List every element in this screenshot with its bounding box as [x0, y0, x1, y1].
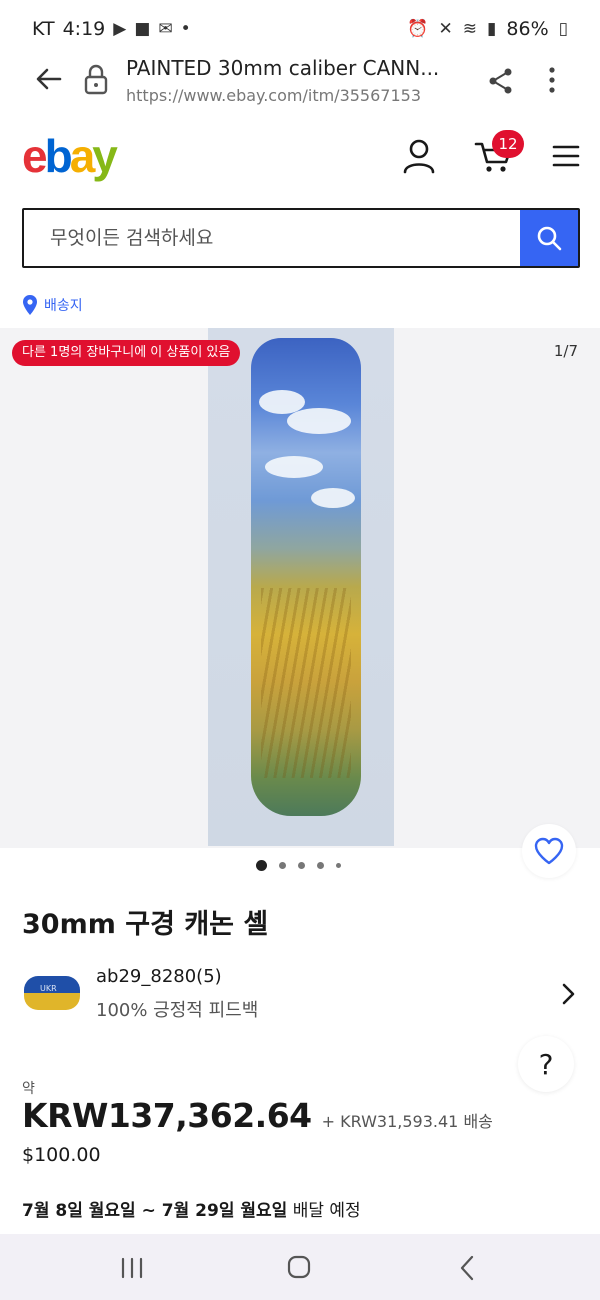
- delivery-suffix: 배달 예정: [287, 1201, 361, 1221]
- search-input[interactable]: [24, 210, 520, 266]
- delivery-end: 7월 29일 월요일: [161, 1201, 288, 1221]
- painted-shell-image: [251, 338, 361, 816]
- delivery-estimate: 7월 8일 월요일 ~ 7월 29일 월요일 배달 예정: [22, 1196, 361, 1221]
- shipping-cost: + KRW31,593.41 배송: [321, 1112, 493, 1131]
- gallery-pagination: [256, 860, 341, 871]
- alarm-icon: ⏰: [407, 19, 429, 39]
- back-arrow-icon[interactable]: [34, 64, 64, 94]
- ebay-logo[interactable]: ebay: [22, 130, 118, 182]
- recent-apps-icon[interactable]: [118, 1256, 146, 1280]
- pagination-dot[interactable]: [298, 862, 305, 869]
- mute-icon: ✕: [438, 19, 453, 39]
- mail-icon: ✉: [158, 19, 173, 39]
- chevron-right-icon[interactable]: [558, 982, 578, 1006]
- delivery-separator: ~: [135, 1201, 162, 1221]
- ship-to-label: 배송지: [44, 298, 83, 314]
- dot-icon: •: [180, 19, 191, 39]
- menu-icon[interactable]: [552, 144, 580, 168]
- carrier-label: KT: [32, 18, 55, 40]
- watchlist-button[interactable]: [522, 824, 576, 878]
- home-icon[interactable]: [287, 1255, 311, 1279]
- price-amount: KRW137,362.64: [22, 1096, 312, 1135]
- seller-name[interactable]: ab29_8280(5): [96, 966, 222, 987]
- pagination-dot[interactable]: [279, 862, 286, 869]
- battery-label: 86%: [506, 18, 549, 40]
- signal-icon: ▮: [487, 19, 497, 39]
- search-button[interactable]: [520, 210, 578, 266]
- price-row: KRW137,362.64 + KRW31,593.41 배송: [22, 1096, 493, 1135]
- heart-icon: [534, 837, 564, 865]
- url-texts[interactable]: PAINTED 30mm caliber CANN... https://www…: [126, 56, 466, 105]
- battery-icon: ▯: [558, 19, 568, 39]
- image-gallery[interactable]: 다른 1명의 장바구니에 이 상품이 있음 1/7: [0, 328, 600, 848]
- help-button[interactable]: ?: [518, 1036, 574, 1092]
- lock-icon[interactable]: [82, 62, 110, 96]
- ship-to-link[interactable]: 배송지: [22, 294, 83, 316]
- url-address: https://www.ebay.com/itm/35567153: [126, 86, 421, 105]
- pagination-dot[interactable]: [256, 860, 267, 871]
- cart-count-badge: 12: [492, 130, 524, 158]
- pagination-dot[interactable]: [336, 863, 341, 868]
- item-title: 30mm 구경 캐논 셸: [22, 909, 269, 940]
- in-cart-badge: 다른 1명의 장바구니에 이 상품이 있음: [12, 340, 241, 366]
- pagination-dot[interactable]: [317, 862, 324, 869]
- search-icon: [537, 226, 562, 251]
- video-icon: ■: [134, 19, 151, 39]
- share-icon[interactable]: [486, 66, 516, 96]
- product-image[interactable]: [208, 328, 394, 846]
- status-left: KT 4:19 ▶ ■ ✉ •: [32, 18, 191, 40]
- price-usd: $100.00: [22, 1144, 101, 1166]
- wifi-icon: ≋: [462, 19, 478, 39]
- status-right: ⏰ ✕ ≋ ▮ 86% ▯: [407, 18, 568, 40]
- seller-feedback: 100% 긍정적 피드백: [96, 1000, 259, 1021]
- location-pin-icon: [23, 295, 37, 315]
- back-icon[interactable]: [458, 1254, 476, 1282]
- browser-url-bar: PAINTED 30mm caliber CANN... https://www…: [0, 50, 600, 114]
- seller-avatar[interactable]: UKR: [24, 976, 80, 1010]
- system-nav-bar: [0, 1234, 600, 1300]
- more-vertical-icon[interactable]: [540, 64, 564, 96]
- youtube-icon: ▶: [113, 19, 127, 39]
- page-title: PAINTED 30mm caliber CANN...: [126, 56, 440, 80]
- search-bar: [22, 208, 580, 268]
- status-time: 4:19: [62, 18, 106, 40]
- delivery-start: 7월 8일 월요일: [22, 1201, 136, 1221]
- account-icon[interactable]: [402, 138, 436, 174]
- price-prefix: 약: [22, 1081, 35, 1097]
- image-counter: 1/7: [553, 342, 578, 360]
- seller-info[interactable]: UKR ab29_8280(5) 100% 긍정적 피드백: [22, 962, 578, 1026]
